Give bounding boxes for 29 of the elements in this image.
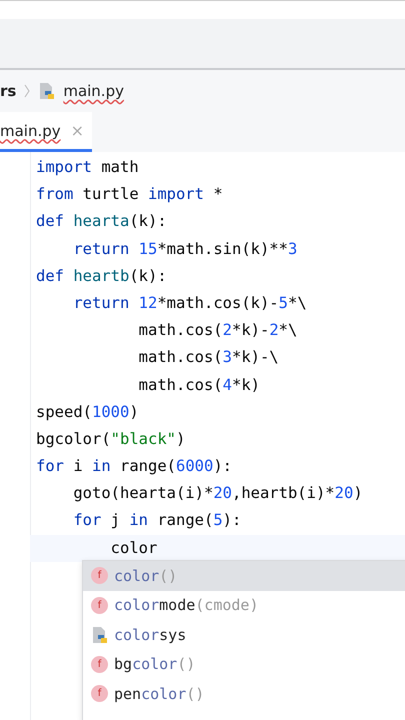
code-line: def hearta(k): [35, 211, 168, 232]
code-line: import math [35, 157, 140, 178]
python-module-icon [91, 626, 108, 644]
breadcrumb-file[interactable]: main.py [63, 82, 124, 100]
code-line: def heartb(k): [35, 266, 168, 287]
code-line: goto(hearta(i)*20,heartb(i)*20) [72, 483, 364, 504]
code-line: for j in range(5): [72, 510, 242, 532]
completion-item[interactable]: f color() [83, 561, 405, 590]
function-icon: f [91, 567, 108, 584]
code-line: speed(1000) [35, 402, 140, 423]
code-line: return 15*math.sin(k)**3 [72, 238, 298, 260]
code-line: from turtle import * [35, 184, 224, 206]
python-file-icon [38, 82, 56, 100]
breadcrumb-folder[interactable]: rs [0, 82, 16, 100]
code-line: for i in range(6000): [35, 456, 233, 478]
function-icon: f [91, 656, 108, 673]
code-line: math.cos(2*k)-2*\ [138, 320, 298, 342]
code-line: bgcolor("black") [35, 428, 186, 450]
chevron-icon [24, 84, 30, 98]
completion-item[interactable]: f colormode(cmode) [83, 590, 405, 620]
editor-tab[interactable]: main.py × [0, 112, 92, 152]
code-line: math.cos(3*k)-\ [138, 347, 280, 368]
code-line: math.cos(4*k) [138, 374, 261, 396]
completion-item[interactable]: f pencolor() [83, 679, 405, 708]
completion-item[interactable]: colorsys [83, 620, 405, 650]
function-icon: f [91, 596, 108, 614]
completion-item[interactable]: f bgcolor() [83, 650, 405, 679]
code-line: return 12*math.cos(k)-5*\ [72, 292, 308, 314]
function-icon: f [91, 685, 108, 702]
